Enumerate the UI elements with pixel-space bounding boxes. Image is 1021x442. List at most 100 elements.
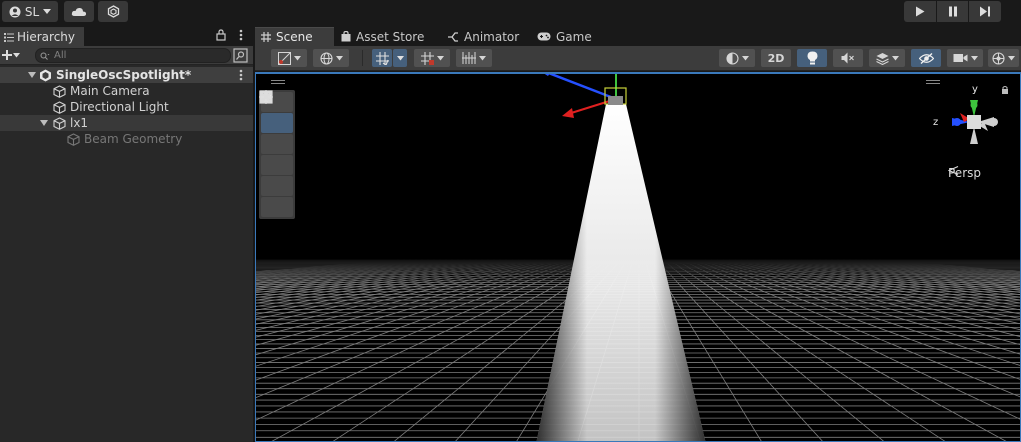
eye-hidden-icon <box>918 52 934 64</box>
pause-button[interactable] <box>936 1 969 22</box>
gizmos-dropdown[interactable] <box>988 49 1019 67</box>
gizmo-axis-y-label: y <box>972 84 978 95</box>
chevron-down-icon <box>396 55 404 60</box>
camera-settings-dropdown[interactable] <box>947 49 983 67</box>
grid-axis-icon <box>420 51 434 65</box>
step-button[interactable] <box>969 1 1002 22</box>
grid-line <box>812 259 1020 284</box>
playmode-controls <box>904 1 1002 22</box>
gamepad-icon <box>537 32 551 41</box>
chevron-down-icon <box>436 55 444 60</box>
audio-toggle-button[interactable] <box>833 49 863 67</box>
increment-snapping-dropdown[interactable] <box>456 49 492 67</box>
grid-snap-icon <box>375 51 389 65</box>
tab-animator[interactable]: Animator <box>441 27 525 46</box>
hierarchy-item-lx1[interactable]: lx1 <box>0 115 253 131</box>
global-local-dropdown[interactable] <box>313 49 349 67</box>
shading-dropdown[interactable] <box>719 49 755 67</box>
effects-layers-icon <box>875 52 889 65</box>
tab-scene[interactable]: Scene <box>255 27 334 46</box>
tool-palette-drag-handle[interactable] <box>271 80 285 84</box>
tab-label: Animator <box>464 29 520 44</box>
lock-icon[interactable] <box>216 29 226 41</box>
gameobject-cube-icon <box>53 100 66 114</box>
scene-name: SingleOscSpotlight* <box>56 68 192 82</box>
tab-hierarchy[interactable]: Hierarchy <box>0 27 84 46</box>
rect-tool-button[interactable] <box>259 90 293 196</box>
account-icon <box>9 6 21 17</box>
chevron-down-icon <box>43 8 52 14</box>
hierarchy-tabbar: Hierarchy <box>0 27 253 46</box>
hierarchy-item-beam-geometry[interactable]: Beam Geometry <box>0 131 253 147</box>
hierarchy-item-label: Directional Light <box>70 100 169 114</box>
grid-line <box>256 259 496 294</box>
hierarchy-item-directional-light[interactable]: Directional Light <box>0 99 253 115</box>
grid-line <box>734 259 1020 319</box>
collab-icon <box>107 5 119 18</box>
grid-snapping-dropdown[interactable] <box>393 49 407 67</box>
toggle-2d-button[interactable]: 2D <box>761 49 791 67</box>
scene-visibility-toggle-button[interactable] <box>911 49 941 67</box>
tab-game[interactable]: Game <box>531 27 601 46</box>
lightbulb-icon <box>807 51 817 65</box>
account-button[interactable]: SL <box>2 1 58 22</box>
tab-label: Asset Store <box>356 29 425 44</box>
chevron-down-icon <box>891 55 899 60</box>
chevron-down-icon <box>13 52 20 57</box>
grid-line <box>256 259 400 273</box>
add-object-button[interactable] <box>2 47 24 63</box>
chevron-down-icon <box>970 55 978 60</box>
collab-button[interactable] <box>98 1 128 22</box>
transform-tool-button[interactable] <box>259 90 293 217</box>
grid-line <box>782 259 1020 293</box>
lighting-toggle-button[interactable] <box>797 49 827 67</box>
step-icon <box>980 6 991 17</box>
move-tool-button[interactable] <box>259 90 293 133</box>
gameobject-cube-icon <box>53 84 66 98</box>
draw-mode-dropdown[interactable] <box>271 49 307 67</box>
scale-tool-button[interactable] <box>259 90 293 175</box>
gizmo-lock-icon[interactable] <box>1002 86 1008 95</box>
rotate-tool-button[interactable] <box>260 91 293 154</box>
expand-arrow-icon[interactable] <box>39 118 49 128</box>
unity-scene-icon <box>39 69 52 82</box>
scene-root-row[interactable]: SingleOscSpotlight* <box>0 67 253 83</box>
kebab-menu-icon[interactable] <box>239 69 243 81</box>
grid-line <box>692 259 1020 380</box>
grid-snapping-button[interactable] <box>372 49 392 67</box>
hierarchy-item-label: lx1 <box>70 116 89 130</box>
grid-line <box>256 259 544 320</box>
tab-label: Game <box>556 29 592 44</box>
grid-line <box>674 259 1007 441</box>
animator-icon <box>448 31 458 42</box>
grid-visibility-dropdown[interactable] <box>414 49 450 67</box>
main-toolbar: SL <box>0 0 1021 25</box>
tab-label: Scene <box>276 30 313 44</box>
hierarchy-search-input[interactable]: All <box>35 48 231 63</box>
hierarchy-item-label: Beam Geometry <box>84 132 183 146</box>
expand-arrow-icon[interactable] <box>27 70 37 80</box>
scene-render: y z <box>256 74 1020 441</box>
projection-toggle[interactable]: Persp <box>948 166 981 180</box>
grid-line <box>836 259 1020 279</box>
account-label: SL <box>24 4 40 19</box>
scene-visibility-icon[interactable] <box>233 48 248 63</box>
scene-viewport[interactable]: y z Persp <box>255 72 1021 442</box>
gizmo-globe-icon <box>992 51 1005 65</box>
tab-asset-store[interactable]: Asset Store <box>335 27 431 46</box>
grid-line <box>704 259 1020 355</box>
hierarchy-item-main-camera[interactable]: Main Camera <box>0 83 253 99</box>
globe-icon <box>319 51 333 65</box>
effects-dropdown[interactable] <box>869 49 905 67</box>
toolbar-separator <box>362 50 363 66</box>
kebab-menu-icon[interactable] <box>239 29 243 41</box>
grid-line <box>256 259 460 283</box>
scene-tabbar: Scene Asset Store Animator Game <box>255 27 1021 46</box>
play-button[interactable] <box>904 1 936 22</box>
tab-hierarchy-label: Hierarchy <box>17 30 76 44</box>
transform-combined-icon <box>259 90 273 104</box>
gizmo-drag-handle[interactable] <box>926 80 940 84</box>
orientation-gizmo[interactable] <box>952 100 998 144</box>
cloud-button[interactable] <box>64 1 94 22</box>
speaker-muted-icon <box>841 52 854 64</box>
